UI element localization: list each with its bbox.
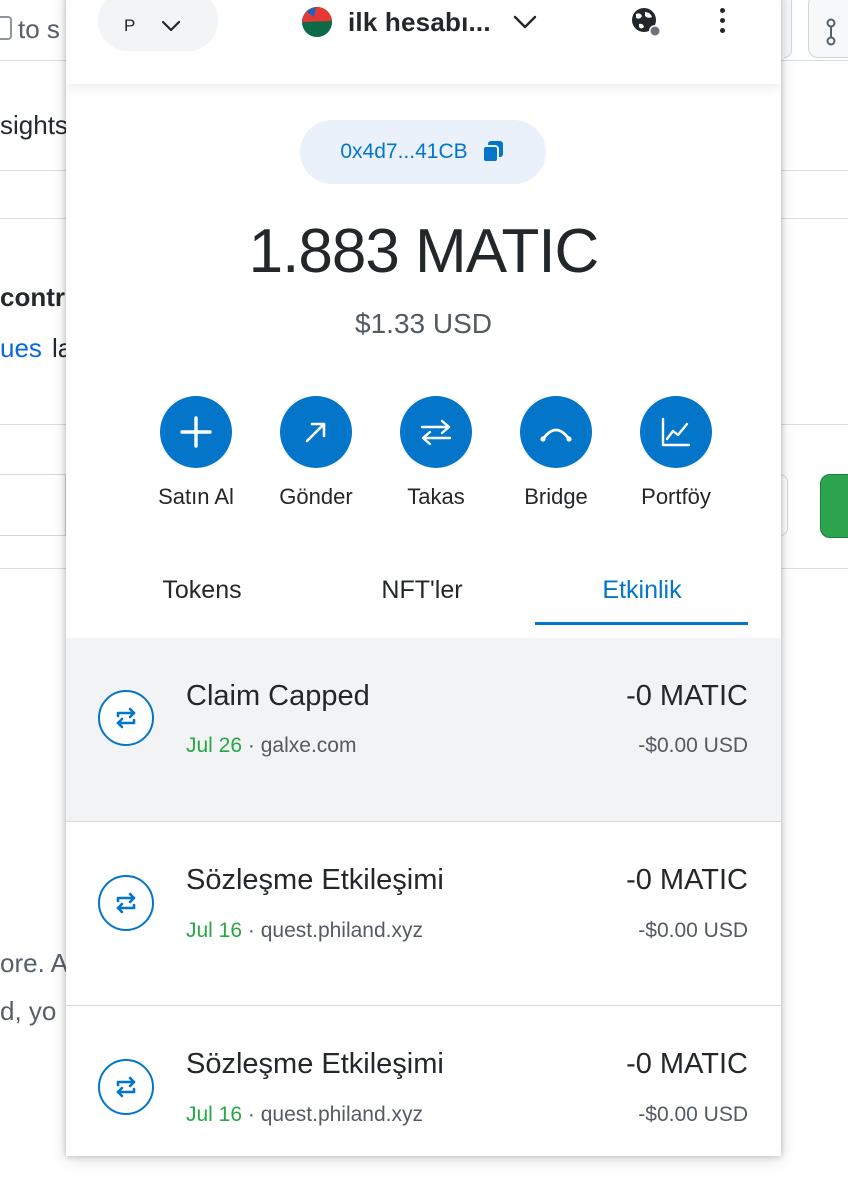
activity-separator: · — [247, 1103, 255, 1126]
background-green-button — [820, 474, 848, 538]
activity-date: Jul 26 — [186, 734, 243, 757]
activity-fiat: -$0.00 USD — [638, 734, 748, 757]
activity-date: Jul 16 — [186, 919, 243, 942]
activity-title: Sözleşme Etkileşimi — [186, 864, 444, 896]
account-avatar — [302, 7, 332, 37]
activity-origin: galxe.com — [260, 734, 357, 757]
background-link[interactable]: ues — [0, 333, 42, 364]
portfolio-label: Portföy — [641, 484, 711, 509]
swap-arrows-icon — [98, 690, 154, 746]
background-heading: contr — [0, 282, 65, 312]
activity-separator: · — [247, 734, 255, 757]
swap-arrows-icon — [98, 875, 154, 931]
activity-item[interactable]: Sözleşme Etkileşimi Jul 16 · quest.phila… — [66, 1006, 781, 1156]
background-branch-button — [808, 0, 848, 58]
globe-status-icon[interactable] — [630, 6, 664, 45]
background-checkbox — [0, 16, 12, 40]
bridge-label: Bridge — [524, 484, 588, 509]
network-picker[interactable]: P — [98, 0, 218, 51]
active-tab-indicator — [535, 622, 748, 625]
activity-fiat: -$0.00 USD — [638, 919, 748, 942]
swap-arrows-icon — [98, 1059, 154, 1115]
background-body-text-2: d, yo — [0, 996, 57, 1026]
plus-icon — [180, 416, 212, 448]
bridge-icon — [540, 428, 572, 442]
background-button — [784, 0, 792, 58]
bridge-button[interactable]: Bridge — [496, 396, 616, 510]
activity-title: Claim Capped — [186, 680, 370, 712]
background-body-text-1: ore. A — [0, 948, 68, 978]
branch-icon — [826, 18, 836, 46]
activity-subtitle: Jul 16 · quest.philand.xyz — [186, 1103, 423, 1127]
send-label: Gönder — [279, 484, 353, 509]
swap-arrows-icon — [420, 419, 452, 446]
action-bar: Satın Al Gönder Takas Bridge Portföy — [136, 396, 736, 516]
account-address-button[interactable]: 0x4d7...41CB — [300, 120, 546, 184]
buy-label: Satın Al — [158, 484, 234, 509]
activity-fiat: -$0.00 USD — [638, 1103, 748, 1126]
arrow-up-right-icon — [305, 422, 326, 443]
activity-item[interactable]: Claim Capped Jul 26 · galxe.com -0 MATIC… — [66, 638, 781, 822]
activity-origin: quest.philand.xyz — [260, 919, 424, 942]
activity-date: Jul 16 — [186, 1103, 243, 1126]
tab-activity[interactable]: Etkinlik — [536, 568, 748, 628]
kebab-menu-icon[interactable] — [718, 8, 726, 38]
chevron-down-icon — [513, 15, 536, 29]
token-balance: 1.883 MATIC — [248, 217, 600, 286]
background-tab-text: to s — [18, 14, 60, 44]
activity-separator: · — [247, 919, 255, 942]
copy-icon — [481, 141, 503, 163]
activity-subtitle: Jul 26 · galxe.com — [186, 734, 356, 758]
background-input — [0, 474, 66, 536]
account-picker[interactable]: ilk hesabı... — [302, 0, 537, 44]
buy-button[interactable]: Satın Al — [136, 396, 256, 510]
chevron-down-icon — [162, 20, 181, 31]
activity-item[interactable]: Sözleşme Etkileşimi Jul 16 · quest.phila… — [66, 822, 781, 1006]
account-address: 0x4d7...41CB — [340, 140, 468, 163]
activity-amount: -0 MATIC — [626, 864, 748, 896]
activity-origin: quest.philand.xyz — [260, 1103, 424, 1126]
background-input-edge — [780, 474, 788, 536]
wallet-header: P ilk hesabı... — [66, 0, 781, 84]
background-nav-text: sights — [0, 110, 68, 140]
portfolio-button[interactable]: Portföy — [616, 396, 736, 510]
tab-nfts[interactable]: NFT'ler — [316, 568, 528, 628]
activity-subtitle: Jul 16 · quest.philand.xyz — [186, 919, 423, 943]
fiat-balance: $1.33 USD — [355, 308, 492, 339]
account-name: ilk hesabı... — [348, 6, 491, 37]
network-initial: P — [124, 15, 136, 35]
chart-icon — [661, 417, 691, 447]
asset-tabs: Tokens NFT'ler Etkinlik — [66, 568, 781, 638]
activity-title: Sözleşme Etkileşimi — [186, 1048, 444, 1080]
swap-label: Takas — [407, 484, 465, 509]
activity-amount: -0 MATIC — [626, 680, 748, 712]
activity-list: Claim Capped Jul 26 · galxe.com -0 MATIC… — [66, 638, 781, 1156]
wallet-popup: P ilk hesabı... 0x4d7...41CB 1.883 MATIC… — [66, 0, 781, 1156]
activity-amount: -0 MATIC — [626, 1048, 748, 1080]
swap-button[interactable]: Takas — [376, 396, 496, 510]
send-button[interactable]: Gönder — [256, 396, 376, 510]
tab-tokens[interactable]: Tokens — [96, 568, 308, 628]
